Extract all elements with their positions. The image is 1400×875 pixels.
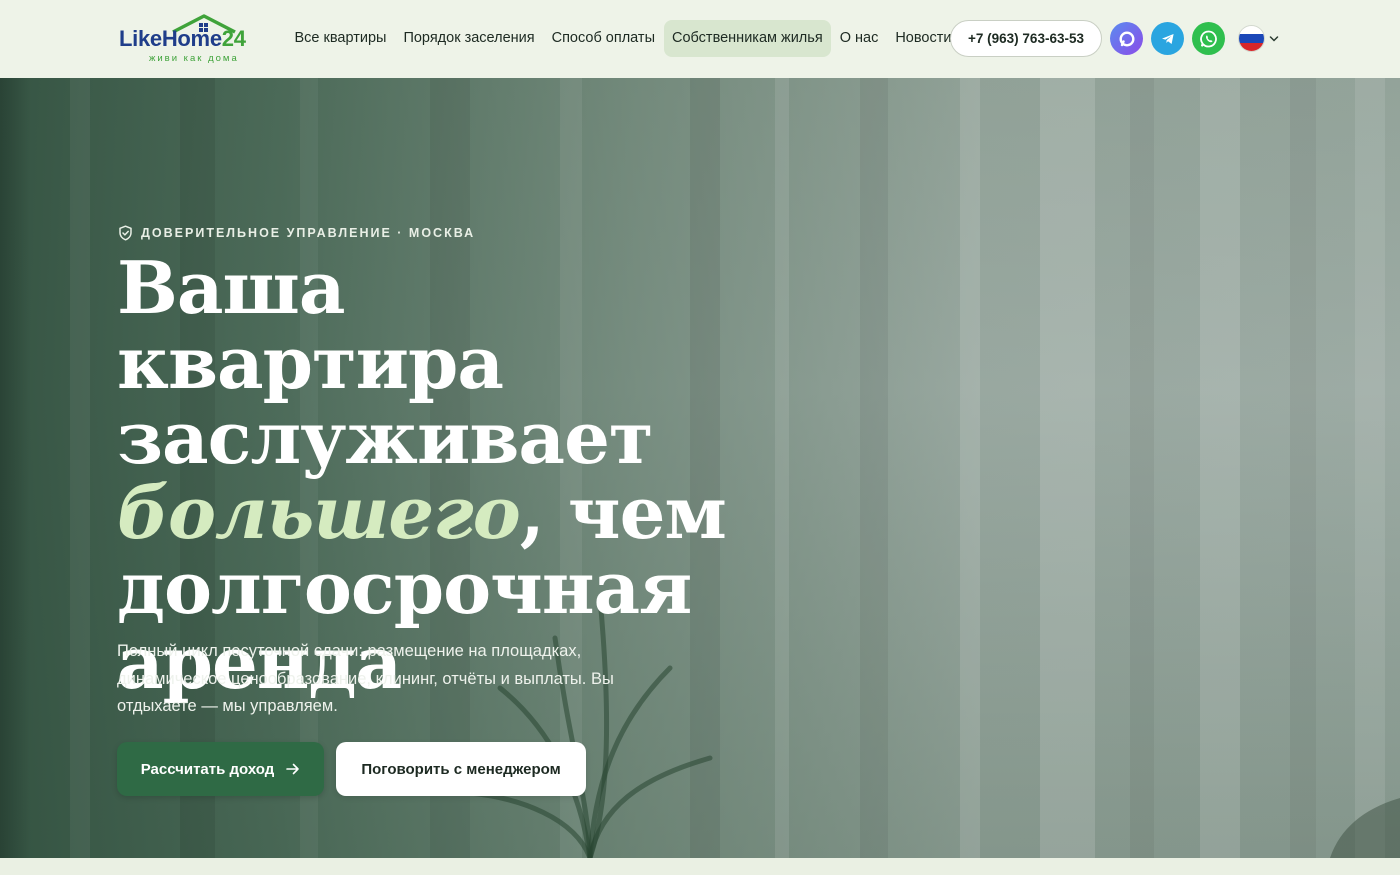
main-nav: Все квартиры Порядок заселения Способ оп…: [286, 20, 960, 57]
whatsapp-button[interactable]: [1192, 22, 1225, 55]
arrow-right-icon: [286, 763, 300, 775]
phone-button[interactable]: +7 (963) 763-63-53: [950, 20, 1102, 57]
brand-logo[interactable]: LikeHome24 живи как дома: [119, 14, 269, 66]
brand-wordmark: LikeHome24: [119, 26, 246, 52]
nav-item-all-apartments[interactable]: Все квартиры: [286, 20, 395, 57]
russia-flag-icon: [1238, 25, 1265, 52]
curtain-fold: [1040, 78, 1095, 858]
curtain-fold: [70, 78, 90, 858]
nav-item-news[interactable]: Новости: [887, 20, 960, 57]
brand-name-number: 24: [221, 26, 246, 51]
hero-eyebrow: ДОВЕРИТЕЛЬНОЕ УПРАВЛЕНИЕ · МОСКВА: [118, 225, 475, 241]
next-section-edge: [0, 858, 1400, 875]
curtain-fold: [1355, 78, 1385, 858]
nav-item-payment[interactable]: Способ оплаты: [543, 20, 663, 57]
whatsapp-icon: [1199, 30, 1217, 47]
nav-item-about[interactable]: О нас: [831, 20, 887, 57]
site-header: LikeHome24 живи как дома Все квартиры По…: [0, 0, 1400, 78]
curtain-fold: [860, 78, 888, 858]
max-messenger-button[interactable]: [1110, 22, 1143, 55]
nav-item-check-in[interactable]: Порядок заселения: [395, 20, 543, 57]
hero-headline-part1: Ваша квартира заслуживает: [117, 245, 654, 480]
curtain-fold: [1130, 78, 1154, 858]
shield-check-icon: [119, 225, 132, 241]
telegram-icon: [1161, 33, 1174, 44]
curtain-fold: [0, 78, 30, 858]
talk-to-manager-button[interactable]: Поговорить с менеджером: [336, 742, 586, 796]
curtain-fold: [1200, 78, 1240, 858]
nav-item-owners[interactable]: Собственникам жилья: [663, 20, 832, 57]
curtain-fold: [1290, 78, 1316, 858]
hero-lead: Полный цикл посуточной сдачи: размещение…: [117, 642, 614, 715]
telegram-button[interactable]: [1151, 22, 1184, 55]
brand-tagline: живи как дома: [149, 53, 239, 64]
brand-name-like: Like: [119, 26, 162, 51]
calculate-income-label: Рассчитать доход: [140, 760, 275, 778]
plant-illustration: [1330, 798, 1400, 858]
curtain-fold: [960, 78, 980, 858]
max-messenger-icon: [1118, 30, 1135, 47]
calculate-income-button[interactable]: Рассчитать доход: [117, 742, 324, 796]
hero-eyebrow-text: ДОВЕРИТЕЛЬНОЕ УПРАВЛЕНИЕ · МОСКВА: [141, 226, 476, 240]
chevron-down-icon: [1269, 35, 1279, 42]
hero-headline-accent: большего: [117, 470, 521, 555]
language-switcher[interactable]: [1238, 25, 1279, 52]
curtain-fold: [775, 78, 789, 858]
brand-name-home: Home: [161, 26, 222, 51]
hero-headline: Ваша квартира заслуживает большего, чем …: [117, 250, 737, 700]
